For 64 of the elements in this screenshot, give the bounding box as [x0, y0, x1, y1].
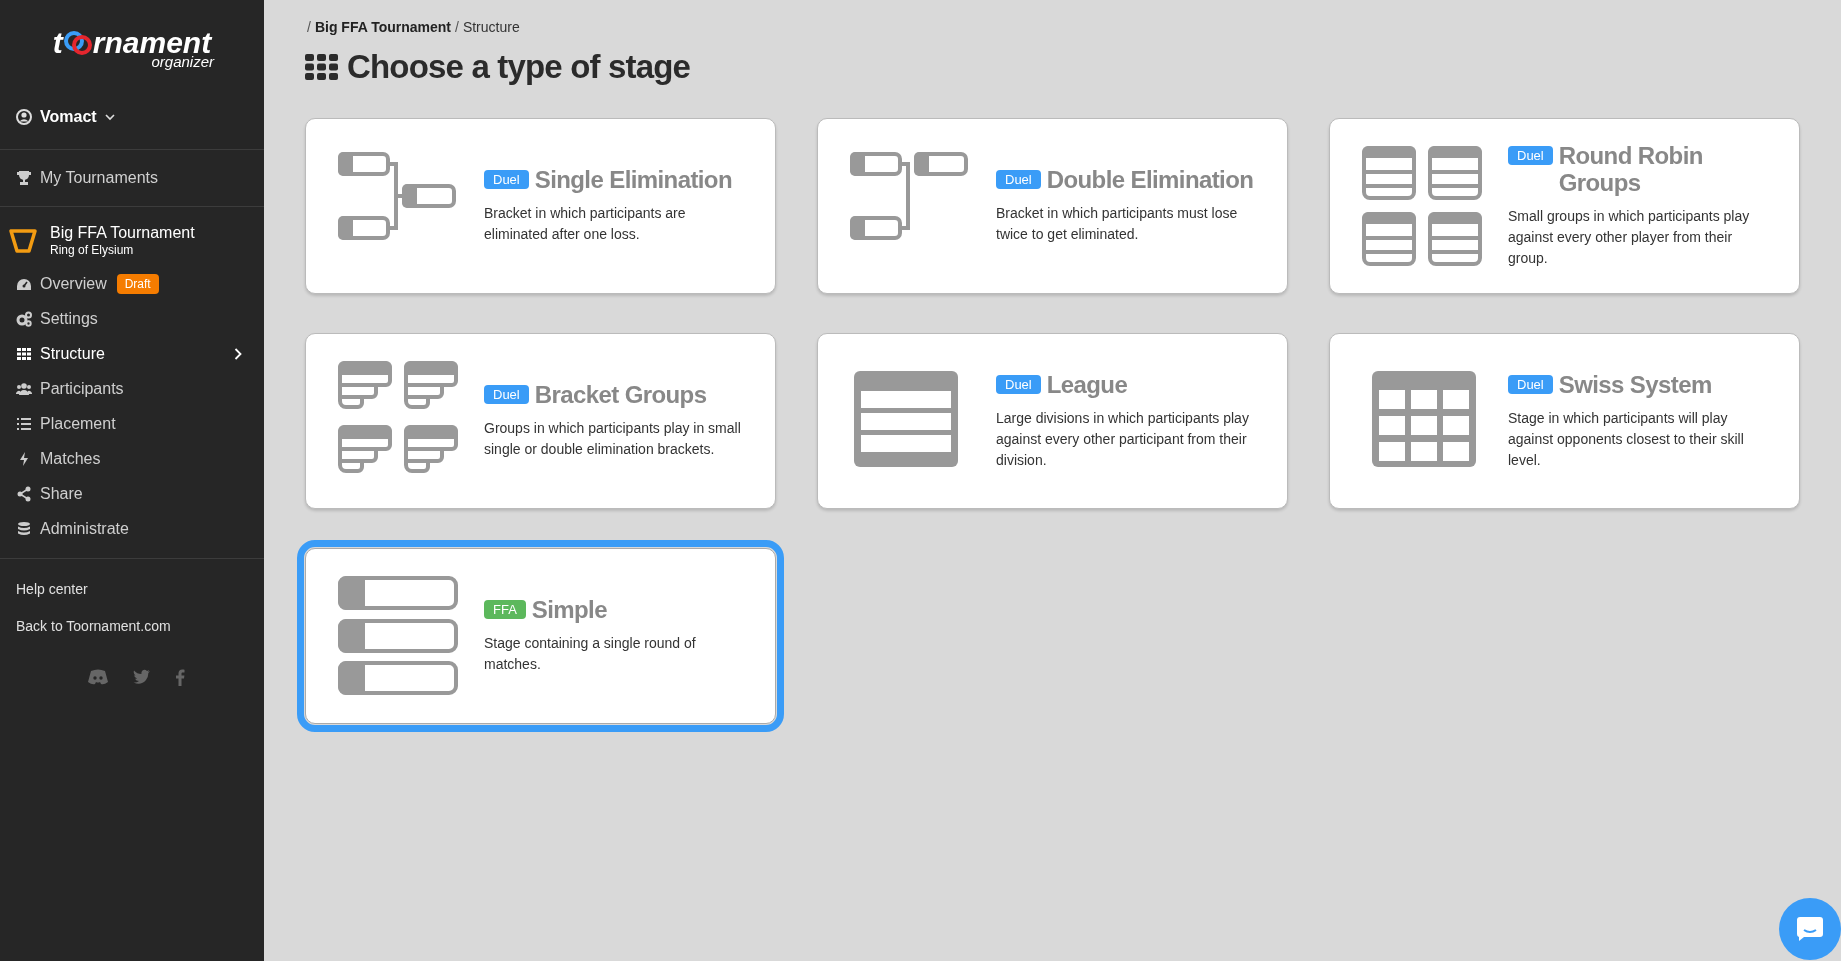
sidebar-item[interactable]: Structure — [0, 336, 264, 371]
facebook-icon[interactable] — [175, 669, 185, 686]
sidebar-item[interactable]: Share — [0, 476, 264, 511]
stage-type-badge: Duel — [996, 374, 1041, 394]
chevron-right-icon — [234, 347, 242, 360]
chevron-down-icon — [104, 113, 115, 121]
stage-name: Simple — [531, 596, 607, 623]
stage-card[interactable]: Duel League Large divisions in which participants play against every other participant from their division. — [817, 332, 1288, 509]
sidebar-item[interactable]: Settings — [0, 301, 264, 336]
breadcrumb-current: Structure — [462, 18, 520, 37]
stage-name: League — [1046, 370, 1128, 398]
page-title: Choose a type of stage — [347, 47, 691, 87]
twitter-icon[interactable] — [133, 669, 151, 684]
stage-description: Stage in which participants will play against opponents closest to their skill level. — [1508, 408, 1745, 470]
sidebar-item[interactable]: Participants — [0, 371, 264, 406]
grid-icon — [16, 345, 32, 362]
tournament-name[interactable]: Big FFA Tournament — [50, 223, 195, 243]
stage-type-badge: Duel — [484, 385, 529, 404]
breadcrumb-separator: / — [455, 18, 459, 37]
stage-description: Stage containing a single round of matches. — [484, 634, 697, 674]
chat-icon — [1796, 916, 1824, 942]
stage-name: Swiss System — [1558, 370, 1712, 398]
people-icon — [16, 380, 32, 397]
gears-icon — [16, 310, 32, 327]
stage-description: Bracket in which participants must lose twice to get eliminated. — [996, 204, 1239, 244]
stage-type-badge: Duel — [996, 170, 1041, 189]
stage-type-badge: Duel — [1508, 146, 1553, 165]
database-icon — [16, 520, 32, 537]
stage-description: Large divisions in which participants play against every other participant from their division. — [996, 408, 1250, 470]
stage-type-badge: Duel — [1508, 374, 1553, 394]
stage-card[interactable]: Duel Swiss System Stage in which participants will play against opponents closest to their skill level. — [1329, 332, 1800, 509]
stage-card[interactable]: Duel Round Robin Groups Small groups in which participants play against every other player from their group. — [1329, 117, 1800, 294]
stage-card[interactable]: Duel Double Elimination Bracket in which participants must lose twice to get eliminated. — [817, 117, 1288, 294]
stage-description: Bracket in which participants are eliminated after one loss. — [484, 204, 687, 244]
numbered-list-icon — [16, 415, 32, 432]
sidebar: t rnament organizer Vomact My Tournaments Big FFA Tournament Ring of Elysium Overview Draft Settings Structure Participants Placement Matches Share Administrate Help center Back to Toornament.com — [0, 0, 264, 961]
stage-name: Double Elimination — [1046, 166, 1254, 193]
stage-type-badge: FFA — [484, 600, 526, 619]
status-badge: Draft — [116, 273, 159, 294]
stage-description: Groups in which participants play in small single or double elimination brackets. — [484, 419, 742, 459]
breadcrumb-separator: / — [307, 18, 311, 37]
sidebar-item[interactable]: Overview Draft — [0, 266, 264, 301]
sidebar-link[interactable]: Back to Toornament.com — [16, 616, 171, 637]
user-menu[interactable]: Vomact — [16, 105, 115, 129]
share-icon — [16, 485, 32, 502]
my-tournaments-link[interactable]: My Tournaments — [16, 166, 248, 190]
user-icon — [16, 109, 32, 125]
stage-name: Single Elimination — [534, 166, 732, 193]
sidebar-item[interactable]: Administrate — [0, 511, 264, 546]
stage-type-badge: Duel — [484, 170, 529, 189]
sidebar-link[interactable]: Help center — [16, 579, 88, 600]
stage-name: Round Robin Groups — [1558, 142, 1704, 196]
stage-name: Bracket Groups — [534, 381, 707, 408]
tournament-game: Ring of Elysium — [50, 243, 135, 258]
stage-card[interactable]: Duel Bracket Groups Groups in which participants play in small single or double elimination brackets. — [305, 332, 776, 509]
sidebar-item[interactable]: Matches — [0, 441, 264, 476]
grid-icon — [305, 53, 339, 80]
stage-description: Small groups in which participants play against every other player from their group. — [1508, 207, 1751, 268]
sidebar-item[interactable]: Placement — [0, 406, 264, 441]
trophy-icon — [16, 170, 32, 186]
discord-icon[interactable] — [87, 669, 109, 685]
breadcrumb-link[interactable]: Big FFA Tournament — [314, 17, 451, 38]
stage-card[interactable]: Duel Single Elimination Bracket in which participants are eliminated after one loss. — [305, 117, 776, 294]
tournament-logo-icon — [8, 226, 38, 255]
